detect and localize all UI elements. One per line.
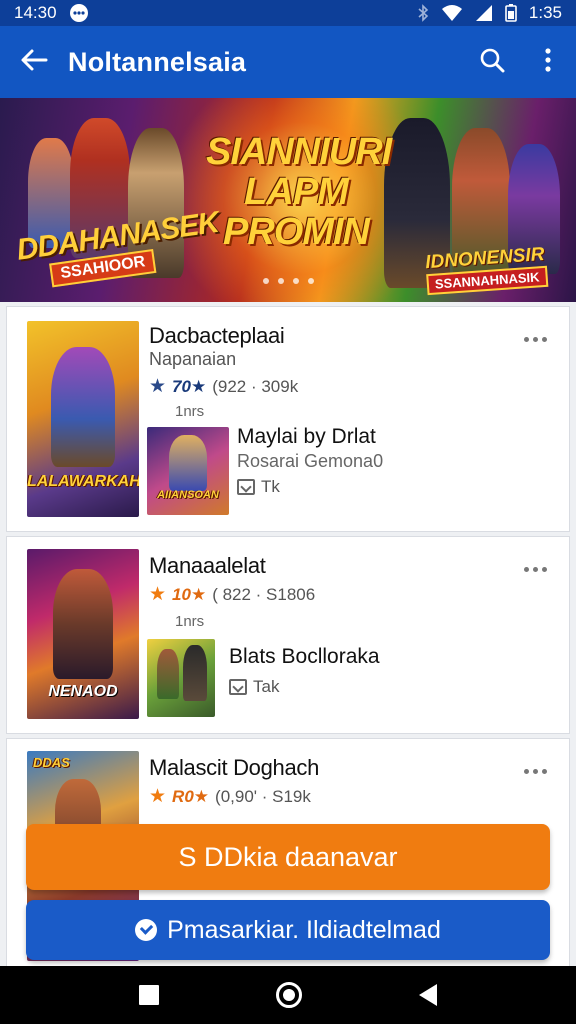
game-cover[interactable]: NENAOD xyxy=(27,549,139,719)
cover-character xyxy=(183,645,207,701)
carousel-dot[interactable] xyxy=(307,278,314,284)
related-name: Maylai by Drlat xyxy=(237,425,376,448)
more-dot xyxy=(532,768,538,774)
review-count: (0,90' · S19k xyxy=(215,786,311,806)
star-icon: ★ xyxy=(149,786,167,807)
more-dot xyxy=(541,768,547,774)
related-cover[interactable]: AIIANSOAN xyxy=(147,427,229,515)
arrow-left-icon xyxy=(20,48,48,77)
status-time-left: 14:30 xyxy=(14,3,57,22)
banner-headline: SIANNIURI LAPM PROMIN xyxy=(206,131,392,253)
cover-character xyxy=(157,649,179,699)
home-icon[interactable] xyxy=(275,982,302,1008)
app-size: 1nrs xyxy=(175,613,205,630)
back-triangle-icon[interactable] xyxy=(419,984,438,1006)
app-bar: Noltannelsaia xyxy=(0,26,576,98)
more-options-button[interactable] xyxy=(517,557,553,581)
related-cover-title: AIIANSOAN xyxy=(157,489,219,501)
bluetooth-icon xyxy=(417,4,429,22)
cover-title: LALAWARKAH xyxy=(27,473,139,490)
more-horizontal-icon xyxy=(523,336,529,342)
app-name: Dacbacteplaai xyxy=(149,323,285,348)
more-dot xyxy=(541,566,547,572)
review-count: (922 · 309k xyxy=(212,376,299,396)
search-button[interactable] xyxy=(464,26,520,98)
primary-action-button[interactable]: S DDkia daanavar xyxy=(26,824,550,890)
cover-character xyxy=(51,347,115,467)
more-horizontal-icon xyxy=(523,768,529,774)
chat-bubble-icon xyxy=(69,3,89,23)
app-developer: Napanaian xyxy=(149,349,237,369)
app-rating: ★ 10★ ( 822 · S1806 xyxy=(149,583,315,606)
related-size-value: Tak xyxy=(253,677,280,696)
app-rating: ★ R0★ (0,90' · S19k xyxy=(149,785,311,808)
list-item[interactable]: LALAWARKAH Dacbacteplaai Napanaian ★ 70★… xyxy=(6,306,570,532)
related-cover[interactable] xyxy=(147,639,215,717)
star-icon: ★ xyxy=(149,376,167,397)
carousel-indicator xyxy=(0,278,576,284)
more-dot xyxy=(532,336,538,342)
page-title: Noltannelsaia xyxy=(68,46,247,77)
overflow-menu-button[interactable] xyxy=(520,26,576,98)
battery-icon xyxy=(505,4,517,22)
more-horizontal-icon xyxy=(523,566,529,572)
related-name: Blats Boclloraka xyxy=(229,645,380,668)
cover-character xyxy=(53,569,113,679)
cover-title: NENAOD xyxy=(48,683,118,700)
status-time-right: 1:35 xyxy=(528,3,562,22)
system-navigation-bar xyxy=(0,966,576,1024)
signal-icon xyxy=(475,4,493,22)
rating-value: 70★ xyxy=(172,376,207,396)
app-rating: ★ 70★ (922 · 309k xyxy=(149,375,298,398)
related-developer: Rosarai Gemona0 xyxy=(237,451,384,471)
primary-action-label: S DDkia daanavar xyxy=(178,841,398,872)
related-size-value: Tk xyxy=(261,477,280,496)
status-bar: 14:30 1:35 xyxy=(0,0,576,26)
carousel-dot[interactable] xyxy=(277,278,284,284)
secondary-action-label: Pmasarkiar. Ildiadtelmad xyxy=(167,915,441,944)
back-button[interactable] xyxy=(0,26,68,98)
cover-title: DDAS xyxy=(33,755,70,770)
download-icon xyxy=(237,479,255,495)
related-size: Tk xyxy=(237,477,280,497)
carousel-dot[interactable] xyxy=(292,278,299,284)
app-name: Malascit Doghach xyxy=(149,755,320,780)
banner-logo-right: IDNONENSIR SSANNAHNASIK xyxy=(425,244,549,296)
rating-value: 10★ xyxy=(172,584,207,604)
more-options-button[interactable] xyxy=(517,759,553,783)
cover-character xyxy=(169,435,207,491)
rating-value: R0★ xyxy=(172,786,210,806)
check-circle-icon xyxy=(135,919,158,941)
more-dot xyxy=(532,566,538,572)
more-vertical-icon xyxy=(544,47,552,78)
wifi-icon xyxy=(441,4,463,22)
promo-banner[interactable]: SIANNIURI LAPM PROMIN DDAHANASEK SSAHIOO… xyxy=(0,98,576,302)
review-count: ( 822 · S1806 xyxy=(212,584,316,604)
app-name: Manaaalelat xyxy=(149,553,266,578)
search-icon xyxy=(479,47,505,78)
secondary-action-button[interactable]: Pmasarkiar. Ildiadtelmad xyxy=(26,900,550,960)
more-options-button[interactable] xyxy=(517,327,553,351)
app-size: 1nrs xyxy=(175,403,205,420)
list-item[interactable]: NENAOD Manaaalelat ★ 10★ ( 822 · S1806 1… xyxy=(6,536,570,734)
star-icon: ★ xyxy=(149,584,167,605)
recent-apps-icon[interactable] xyxy=(138,985,159,1005)
download-icon xyxy=(229,679,247,695)
carousel-dot[interactable] xyxy=(262,278,269,284)
game-cover[interactable]: LALAWARKAH xyxy=(27,321,139,517)
more-dot xyxy=(541,336,547,342)
related-size: Tak xyxy=(229,677,279,697)
